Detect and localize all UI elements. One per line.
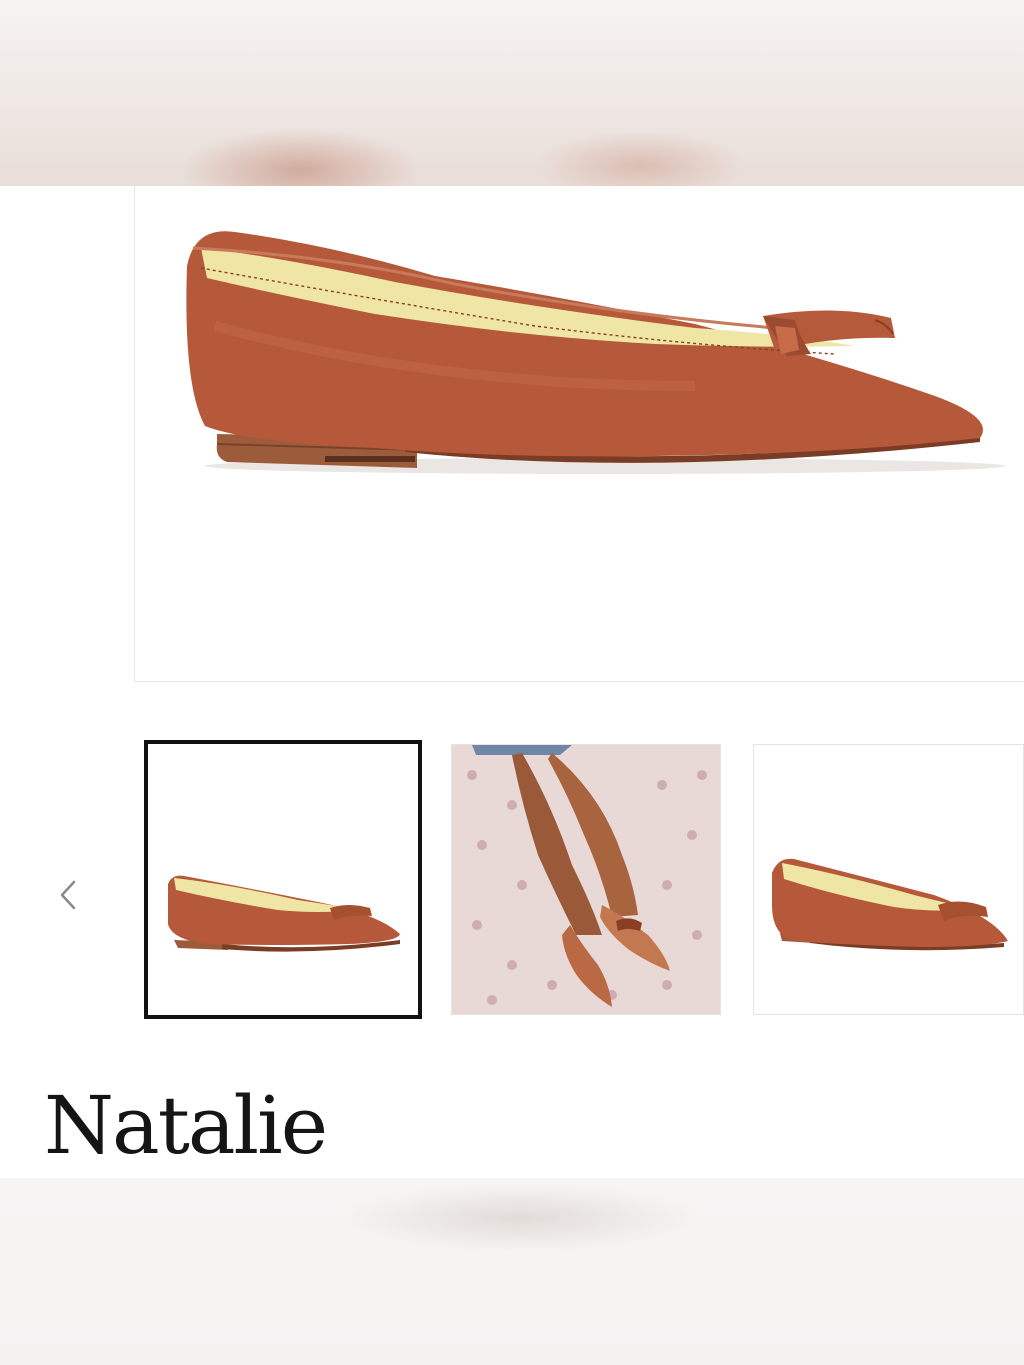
main-product-image[interactable] (134, 186, 1024, 682)
gallery-prev-button[interactable] (50, 872, 86, 918)
thumbnail-2[interactable] (451, 744, 721, 1015)
chevron-left-icon (60, 880, 76, 910)
shoe-side-thumbnail-image (148, 744, 418, 1015)
product-title: Natalie (44, 1079, 328, 1172)
thumbnail-3[interactable] (753, 744, 1024, 1015)
blurred-header-overlay (0, 0, 1024, 186)
blurred-footer-overlay (0, 1178, 1024, 1365)
lifestyle-thumbnail-image (452, 745, 720, 1014)
thumbnail-1[interactable] (144, 740, 422, 1019)
shoe-angled-thumbnail-image (754, 745, 1023, 1014)
shoe-side-view-image (186, 231, 1005, 474)
